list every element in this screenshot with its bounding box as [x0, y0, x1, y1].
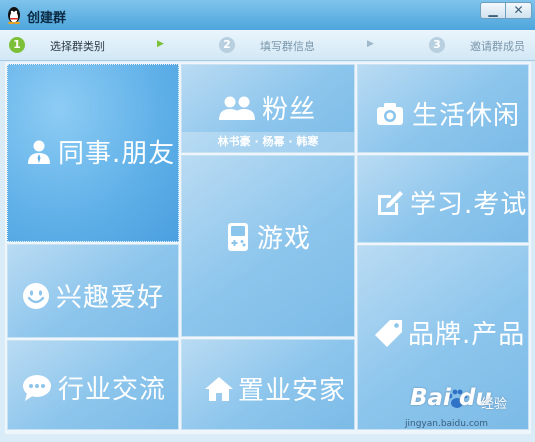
category-label: 学习.考试: [410, 190, 528, 220]
category-interests-hobbies[interactable]: 兴趣爱好: [7, 244, 179, 338]
category-fans[interactable]: 粉丝 林书豪 · 杨幂 · 韩寒: [181, 64, 355, 153]
category-life-leisure[interactable]: 生活休闲: [357, 64, 529, 153]
category-label: 游戏: [257, 224, 312, 254]
tag-icon: [375, 319, 402, 347]
category-label: 兴趣爱好: [56, 283, 165, 313]
step-arrow-icon: ▶: [157, 39, 164, 49]
step-indicator: 1 选择群类别 ▶ 2 填写群信息 ▶ 3 邀请群成员: [0, 30, 535, 61]
category-industry-exchange[interactable]: 行业交流: [7, 340, 179, 430]
smiley-icon: [23, 282, 49, 309]
close-button[interactable]: ✕: [505, 2, 532, 19]
category-label: 同事.朋友: [58, 139, 176, 169]
minimize-button[interactable]: ▁: [480, 2, 506, 19]
fans-celebrity-names: 林书豪 · 杨幂 · 韩寒: [182, 132, 354, 152]
baidu-jingyan-watermark: Bai du 经验 jingyan.baidu.com: [405, 385, 531, 437]
category-games[interactable]: 游戏: [181, 155, 355, 337]
edit-icon: [378, 190, 403, 215]
category-grid: 同事.朋友 粉丝 林书豪 · 杨幂 · 韩寒 生活休闲 游戏 学习.考试 兴趣爱…: [5, 62, 531, 434]
watermark-cn: 经验: [481, 397, 508, 412]
window-title: 创建群: [27, 11, 67, 26]
watermark-brand: Bai du: [410, 385, 492, 411]
step-arrow-icon: ▶: [367, 39, 374, 49]
step-1-label: 选择群类别: [50, 40, 105, 53]
camera-icon: [377, 102, 403, 125]
category-label: 生活休闲: [412, 101, 521, 131]
step-3-number: 3: [429, 37, 445, 53]
step-2-label: 填写群信息: [260, 40, 315, 53]
title-bar: 创建群 ▁ ✕: [0, 0, 535, 30]
step-2-number: 2: [219, 37, 235, 53]
category-colleagues-friends[interactable]: 同事.朋友: [7, 64, 179, 242]
chat-icon: [23, 374, 51, 401]
step-1-number: 1: [9, 37, 25, 53]
category-label: 品牌.产品: [408, 320, 526, 350]
category-label: 行业交流: [58, 375, 167, 405]
watermark-url: jingyan.baidu.com: [405, 419, 489, 429]
step-3-label: 邀请群成员: [470, 40, 525, 53]
house-icon: [205, 376, 233, 401]
qq-penguin-icon: [8, 7, 20, 24]
category-label: 粉丝: [262, 95, 317, 125]
people-icon: [219, 96, 255, 120]
person-icon: [28, 140, 50, 164]
gameboy-icon: [228, 222, 248, 251]
category-study-exam[interactable]: 学习.考试: [357, 155, 529, 243]
category-real-estate[interactable]: 置业安家: [181, 339, 355, 430]
category-label: 置业安家: [238, 376, 347, 406]
